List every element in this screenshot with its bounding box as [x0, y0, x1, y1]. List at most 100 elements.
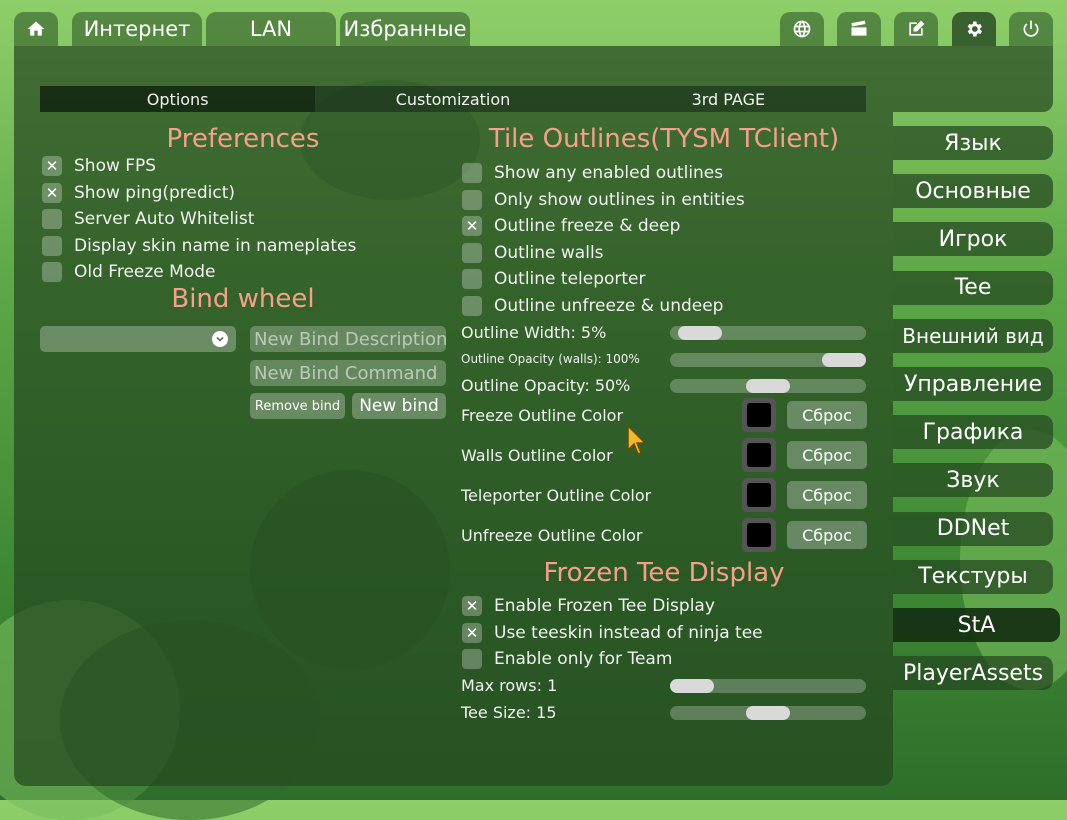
outline-slider[interactable] [670, 326, 866, 340]
color-swatch[interactable] [742, 478, 776, 512]
power-icon [1023, 20, 1039, 37]
editor-button[interactable] [894, 12, 938, 46]
new-bind-button[interactable]: New bind [352, 393, 446, 419]
outline-slider-thumb[interactable] [746, 379, 790, 394]
side-menu-item[interactable]: DDNet [893, 511, 1053, 546]
frozen-tee-slider[interactable] [670, 706, 866, 720]
top-navigation: Интернет LAN Избранные [14, 12, 1053, 46]
remove-bind-button[interactable]: Remove bind [250, 393, 345, 419]
demo-button[interactable] [837, 12, 881, 46]
outline-checkbox[interactable] [462, 189, 482, 210]
outline-checkbox[interactable]: ✕ [462, 216, 482, 237]
frozen-tee-item[interactable]: ✕ Use teeskin instead of ninja tee [462, 621, 763, 645]
quit-button[interactable] [1009, 12, 1053, 46]
globe-button[interactable] [780, 12, 824, 46]
outline-label: Outline walls [494, 242, 604, 263]
tab-lan-label: LAN [249, 17, 293, 41]
color-swatch[interactable] [742, 518, 776, 552]
frozen-tee-label: Tee Size: 15 [461, 703, 557, 722]
frozen-tee-checkbox[interactable]: ✕ [462, 596, 482, 616]
frozen-tee-title: Frozen Tee Display [543, 558, 785, 588]
tab-favorites[interactable]: Избранные [340, 12, 470, 46]
outline-label: Outline freeze & deep [494, 216, 681, 237]
frozen-tee-item[interactable]: Enable only for Team [462, 647, 672, 671]
side-menu-item[interactable]: StA [893, 608, 1060, 642]
outline-checkbox[interactable] [462, 269, 482, 290]
outline-slider-thumb[interactable] [677, 326, 722, 340]
edit-icon [909, 20, 925, 36]
preference-item[interactable]: ✕ Show ping(predict) [42, 181, 235, 205]
preference-item[interactable]: Old Freeze Mode [42, 260, 215, 284]
color-swatch[interactable] [742, 398, 776, 432]
outline-checkbox[interactable] [462, 242, 482, 263]
reset-color-button[interactable]: Сброс [787, 401, 867, 429]
outline-item[interactable]: Only show outlines in entities [462, 188, 745, 212]
outline-item[interactable]: ✕ Outline freeze & deep [462, 214, 680, 238]
preference-checkbox[interactable] [42, 262, 62, 283]
subtab-options[interactable]: Options [40, 86, 316, 112]
preference-label: Display skin name in nameplates [74, 235, 357, 256]
side-menu-item[interactable]: Внешний вид [893, 318, 1053, 353]
mouse-cursor-icon [627, 424, 647, 455]
settings-button[interactable] [952, 12, 996, 46]
settings-subtabs: Options Customization 3rd PAGE [40, 86, 866, 112]
preference-checkbox[interactable] [42, 235, 62, 256]
bind-command-input[interactable]: New Bind Command [250, 360, 446, 386]
bind-description-input[interactable]: New Bind Description [250, 326, 446, 352]
outline-item[interactable]: Outline teleporter [462, 267, 646, 291]
outline-color-label: Walls Outline Color [461, 446, 613, 465]
side-menu-item[interactable]: Игрок [893, 222, 1053, 257]
side-menu-item[interactable]: Управление [893, 367, 1053, 401]
preference-item[interactable]: ✕ Show FPS [42, 154, 156, 178]
side-menu-item[interactable]: Звук [893, 463, 1053, 498]
preference-item[interactable]: Display skin name in nameplates [42, 234, 356, 258]
subtab-customization[interactable]: Customization [315, 86, 591, 112]
outline-item[interactable]: Show any enabled outlines [462, 161, 723, 185]
clapperboard-icon [851, 20, 867, 36]
chevron-down-icon [212, 331, 228, 347]
reset-color-button[interactable]: Сброс [787, 481, 867, 509]
tab-favorites-label: Избранные [343, 17, 467, 41]
frozen-tee-checkbox[interactable] [462, 649, 482, 670]
side-menu-item[interactable]: PlayerAssets [893, 656, 1053, 691]
reset-color-button[interactable]: Сброс [787, 521, 867, 549]
settings-header [893, 46, 1053, 112]
preference-checkbox[interactable]: ✕ [42, 182, 62, 203]
tab-internet-label: Интернет [83, 17, 191, 41]
outline-slider[interactable] [670, 352, 866, 367]
outline-slider-thumb[interactable] [822, 352, 866, 367]
outline-checkbox[interactable] [462, 296, 482, 316]
preference-checkbox[interactable] [42, 209, 62, 230]
outline-label: Outline Width: 5% [461, 323, 607, 342]
tab-lan[interactable]: LAN [206, 12, 336, 46]
outline-checkbox[interactable] [462, 163, 482, 183]
frozen-tee-checkbox[interactable]: ✕ [462, 622, 482, 643]
outline-label: Only show outlines in entities [494, 189, 745, 210]
frozen-tee-slider-thumb[interactable] [670, 679, 714, 693]
side-menu-item[interactable]: Графика [893, 415, 1053, 450]
bind-wheel-dropdown[interactable] [40, 326, 236, 352]
preference-checkbox[interactable]: ✕ [42, 156, 62, 176]
home-button[interactable] [14, 12, 58, 46]
reset-color-button[interactable]: Сброс [787, 441, 867, 469]
outline-item[interactable]: Outline unfreeze & undeep [462, 294, 723, 318]
subtab-3rd-page[interactable]: 3rd PAGE [590, 86, 866, 112]
frozen-tee-item[interactable]: ✕ Enable Frozen Tee Display [462, 594, 715, 618]
outline-slider[interactable] [670, 379, 866, 394]
frozen-tee-label: Max rows: 1 [461, 676, 558, 695]
tab-internet[interactable]: Интернет [72, 12, 202, 46]
color-swatch-fill [747, 443, 771, 467]
side-menu-item[interactable]: Tee [893, 270, 1053, 305]
preference-label: Show FPS [74, 156, 157, 176]
outline-label: Show any enabled outlines [494, 163, 724, 183]
preference-item[interactable]: Server Auto Whitelist [42, 207, 254, 231]
outline-label: Outline unfreeze & undeep [494, 296, 724, 316]
frozen-tee-slider[interactable] [670, 679, 866, 693]
color-swatch[interactable] [742, 438, 776, 472]
side-menu-item[interactable]: Язык [893, 126, 1053, 160]
preference-label: Old Freeze Mode [74, 262, 216, 283]
frozen-tee-slider-thumb[interactable] [746, 706, 790, 720]
outline-item[interactable]: Outline walls [462, 241, 604, 265]
side-menu-item[interactable]: Текстуры [893, 559, 1053, 594]
side-menu-item[interactable]: Основные [893, 174, 1053, 209]
